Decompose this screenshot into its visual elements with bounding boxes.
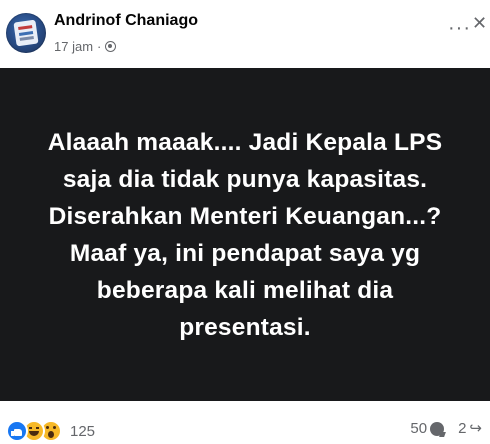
post-time[interactable]: 17 jam	[54, 39, 93, 54]
post-stats: 50 2 ↪	[410, 420, 482, 437]
comment-count[interactable]: 50	[410, 420, 427, 437]
like-icon	[6, 420, 28, 442]
author-name[interactable]: Andrinof Chaniago	[54, 12, 198, 30]
comment-icon[interactable]	[430, 421, 445, 436]
meta-separator: ·	[97, 39, 102, 54]
post-meta: 17 jam ·	[54, 39, 117, 54]
share-icon[interactable]: ↪	[469, 421, 482, 436]
post-header: Andrinof Chaniago 17 jam · ··· ✕	[0, 0, 490, 68]
post-card: Andrinof Chaniago 17 jam · ··· ✕ Alaaah …	[0, 0, 490, 444]
post-text: Alaaah maaak.... Jadi Kepala LPS saja di…	[47, 128, 443, 341]
post-footer: 125 50 2 ↪	[0, 401, 490, 444]
avatar[interactable]	[6, 13, 46, 53]
share-count[interactable]: 2	[458, 420, 466, 437]
reaction-count[interactable]: 125	[70, 423, 95, 440]
post-content: Alaaah maaak.... Jadi Kepala LPS saja di…	[0, 68, 490, 401]
avatar-image	[13, 19, 39, 47]
more-icon[interactable]: ···	[448, 18, 471, 38]
globe-icon	[105, 41, 117, 52]
close-icon[interactable]: ✕	[472, 14, 487, 32]
reactions-summary[interactable]: 125	[6, 420, 95, 442]
